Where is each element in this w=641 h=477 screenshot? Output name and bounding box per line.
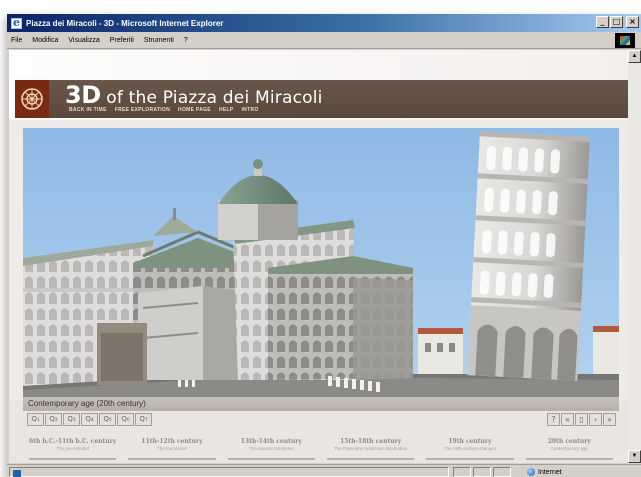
view-button-5-icon[interactable]: Q₅: [99, 413, 116, 426]
era-title: 20th century: [547, 438, 591, 445]
globe-icon: [527, 468, 535, 476]
page-status-icon: [13, 470, 21, 477]
3d-scene-view[interactable]: [23, 128, 619, 400]
era-title: 11th-12th century: [141, 438, 203, 445]
fast-forward-button[interactable]: »: [603, 413, 616, 426]
nav-intro[interactable]: INTRO: [241, 107, 258, 113]
window-title: Piazza dei Miracoli - 3D - Microsoft Int…: [26, 18, 224, 28]
playback-buttons: ? « ▯ › »: [547, 413, 616, 426]
site-nav: BACK IN TIME FREE EXPLORATION HOME PAGE …: [69, 107, 259, 113]
status-bar: Internet: [7, 464, 641, 477]
era-bar: [326, 458, 415, 460]
ie-window: Piazza dei Miracoli - 3D - Microsoft Int…: [7, 14, 641, 477]
menu-edit[interactable]: Modifica: [32, 37, 58, 44]
next-button[interactable]: ›: [589, 413, 602, 426]
rewind-button[interactable]: «: [561, 413, 574, 426]
nav-back-in-time[interactable]: BACK IN TIME: [69, 107, 107, 113]
era-title: 19th century: [448, 438, 492, 445]
menu-help[interactable]: ?: [184, 37, 188, 44]
site-title-3d: 3D: [65, 81, 101, 109]
era-bar: [227, 458, 315, 460]
era-title: 13th-14th century: [240, 438, 302, 445]
era-subtitle: Contemporary age: [550, 446, 588, 451]
site-logo[interactable]: [15, 80, 49, 118]
status-pane: [493, 467, 511, 477]
menu-file[interactable]: File: [11, 37, 22, 44]
vertical-scrollbar[interactable]: ▲ ▼: [628, 50, 641, 463]
era-title: 15th-18th century: [340, 438, 402, 445]
stop-button[interactable]: ▯: [575, 413, 588, 426]
era-subtitle: The 19th century changes: [443, 446, 496, 451]
site-title-rest: of the Piazza dei Miracoli: [100, 88, 323, 108]
era-subtitle: The foundation: [156, 446, 187, 451]
nav-help[interactable]: HELP: [219, 107, 234, 113]
view-buttons: Q₁ Q₂ Q₃ Q₄ Q₅ Q₆ Q₇: [27, 413, 152, 426]
menu-bar: File Modifica Visualizza Preferiti Strum…: [7, 32, 641, 49]
view-button-3-icon[interactable]: Q₃: [63, 413, 80, 426]
site-title: 3D of the Piazza dei Miracoli: [65, 81, 323, 109]
title-bar[interactable]: Piazza dei Miracoli - 3D - Microsoft Int…: [7, 14, 641, 32]
era-subtitle: The square completes: [249, 446, 294, 451]
era-item[interactable]: 19th century The 19th century changes: [420, 434, 519, 462]
close-button[interactable]: ×: [626, 16, 639, 28]
ie-logo-icon: [11, 16, 22, 29]
menu-tools[interactable]: Strumenti: [144, 37, 174, 44]
minimize-button[interactable]: _: [596, 16, 609, 28]
security-zone: Internet: [527, 467, 587, 477]
view-button-1-icon[interactable]: Q₁: [27, 413, 44, 426]
maximize-button[interactable]: □: [610, 16, 623, 28]
scroll-down-arrow-icon[interactable]: ▼: [628, 450, 641, 463]
nav-free-exploration[interactable]: FREE EXPLORATION: [115, 107, 170, 113]
viewer-controls: Q₁ Q₂ Q₃ Q₄ Q₅ Q₆ Q₇ ? « ▯ › »: [23, 413, 619, 427]
era-timeline: 6th b.C.-11th b.C. century The pre-enlis…: [23, 434, 619, 462]
era-bar: [525, 458, 613, 460]
era-item[interactable]: 20th century Contemporary age: [520, 434, 619, 462]
info-button[interactable]: ?: [547, 413, 560, 426]
status-pane: [453, 467, 471, 477]
era-caption: Contemporary age (20th century): [23, 397, 619, 411]
page-viewport: 3D of the Piazza dei Miracoli BACK IN TI…: [9, 50, 628, 463]
era-bar: [128, 458, 216, 460]
zone-label: Internet: [538, 468, 562, 476]
era-bar: [426, 458, 514, 460]
era-subtitle: The pre-enlisted: [56, 446, 89, 451]
menu-favorites[interactable]: Preferiti: [110, 37, 134, 44]
nav-home-page[interactable]: HOME PAGE: [178, 107, 211, 113]
era-item[interactable]: 15th-18th century The Florentine medicea…: [321, 434, 420, 462]
scroll-up-arrow-icon[interactable]: ▲: [628, 50, 641, 63]
menu-view[interactable]: Visualizza: [68, 37, 99, 44]
era-item[interactable]: 13th-14th century The square completes: [222, 434, 321, 462]
window-controls: _ □ ×: [596, 16, 639, 28]
scene-frame: [9, 120, 628, 400]
era-title: 6th b.C.-11th b.C. century: [29, 438, 117, 445]
era-item[interactable]: 6th b.C.-11th b.C. century The pre-enlis…: [23, 434, 122, 462]
era-item[interactable]: 11th-12th century The foundation: [122, 434, 221, 462]
header-bar: 3D of the Piazza dei Miracoli BACK IN TI…: [49, 80, 628, 118]
view-button-4-icon[interactable]: Q₄: [81, 413, 98, 426]
status-text-pane: [9, 467, 449, 477]
view-button-2-icon[interactable]: Q₂: [45, 413, 62, 426]
windows-logo-icon: [615, 33, 635, 48]
status-pane: [473, 467, 491, 477]
era-bar: [29, 458, 117, 460]
tower-emblem-icon: [21, 88, 43, 110]
site-header: 3D of the Piazza dei Miracoli BACK IN TI…: [9, 50, 628, 120]
era-subtitle: The Florentine medicean domination: [334, 446, 408, 451]
leaning-tower-model: [467, 131, 590, 381]
view-button-6-icon[interactable]: Q₆: [117, 413, 134, 426]
view-button-7-icon[interactable]: Q₇: [135, 413, 152, 426]
